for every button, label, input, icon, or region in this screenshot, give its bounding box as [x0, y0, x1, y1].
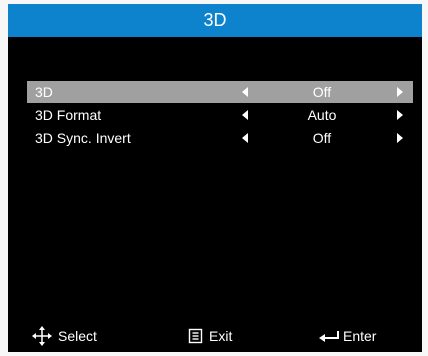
exit-hint: Exit: [188, 320, 258, 352]
menu-item-3d[interactable]: 3D Off: [27, 81, 413, 103]
left-arrow-icon[interactable]: [242, 87, 248, 97]
menu-item-value: Auto: [307, 107, 337, 123]
enter-hint: Enter: [317, 320, 407, 352]
menu-button-icon: [188, 328, 203, 344]
select-label: Select: [58, 328, 97, 344]
menu-item-label: 3D: [35, 84, 53, 100]
menu-item-label: 3D Format: [35, 107, 102, 123]
footer-hints: Select Exit Enter: [8, 320, 422, 352]
menu-item-3d-format[interactable]: 3D Format Auto: [27, 104, 413, 126]
osd-screen: 3D 3D Off 3D Format Auto 3D Sync. Invert…: [0, 0, 428, 356]
left-arrow-icon[interactable]: [242, 133, 248, 143]
right-arrow-icon[interactable]: [397, 87, 403, 97]
menu-item-3d-sync-invert[interactable]: 3D Sync. Invert Off: [27, 127, 413, 149]
select-hint: Select: [30, 320, 120, 352]
right-arrow-icon[interactable]: [397, 110, 403, 120]
menu-item-label: 3D Sync. Invert: [35, 130, 131, 146]
four-way-arrow-icon: [32, 326, 52, 346]
osd-menu-panel: 3D 3D Off 3D Format Auto 3D Sync. Invert…: [8, 4, 422, 352]
left-arrow-icon[interactable]: [242, 110, 248, 120]
enter-return-icon: [319, 331, 339, 342]
right-arrow-icon[interactable]: [397, 133, 403, 143]
menu-title: 3D: [8, 4, 422, 37]
menu-item-value: Off: [312, 130, 332, 146]
exit-label: Exit: [209, 328, 233, 344]
menu-item-value: Off: [312, 84, 332, 100]
enter-label: Enter: [343, 328, 377, 344]
